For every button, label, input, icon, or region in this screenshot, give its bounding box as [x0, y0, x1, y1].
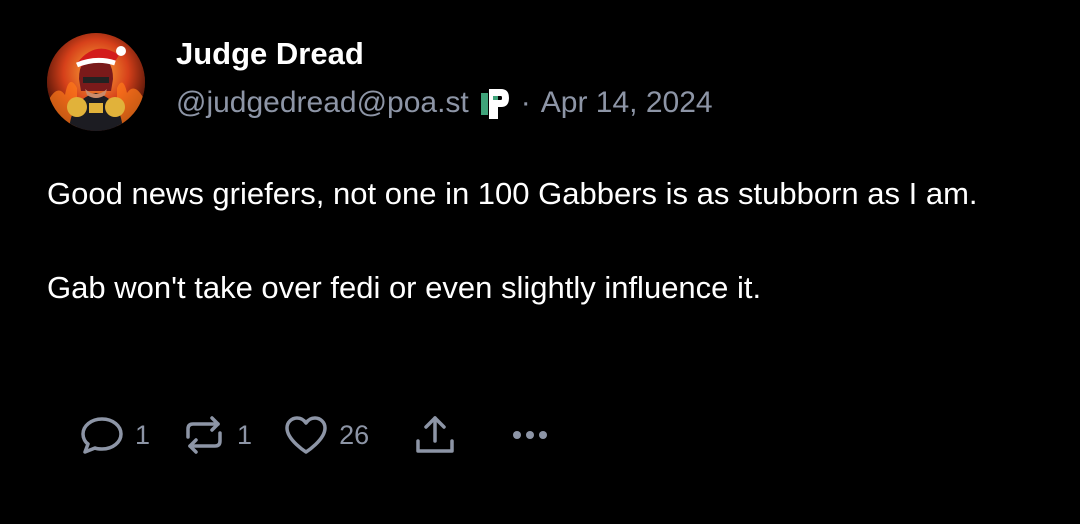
post-meta: @judgedread@poa.st · Apr 14, 2024: [176, 86, 713, 120]
repost-icon: [180, 413, 228, 457]
repost-button[interactable]: 1: [180, 413, 252, 457]
more-button[interactable]: [507, 413, 555, 457]
like-count: 26: [339, 419, 370, 450]
post-paragraph: Gab won't take over fedi or even slightl…: [47, 270, 762, 305]
avatar[interactable]: [47, 33, 145, 131]
avatar-image: [47, 33, 145, 131]
repost-count: 1: [237, 419, 253, 450]
share-button[interactable]: [411, 413, 459, 457]
pleroma-icon: [480, 87, 511, 119]
more-icon: [507, 413, 555, 457]
post-body: Good news griefers, not one in 100 Gabbe…: [47, 170, 1047, 311]
reply-icon: [78, 413, 126, 457]
like-button[interactable]: 26: [282, 413, 369, 457]
post-date[interactable]: Apr 14, 2024: [541, 86, 713, 120]
reply-count: 1: [135, 419, 151, 450]
author-display-name[interactable]: Judge Dread: [176, 36, 364, 72]
reply-button[interactable]: 1: [78, 413, 150, 457]
post-paragraph: Good news griefers, not one in 100 Gabbe…: [47, 176, 978, 211]
action-bar: 1 1 26: [78, 412, 555, 458]
meta-separator: ·: [520, 86, 531, 119]
author-handle[interactable]: @judgedread@poa.st: [176, 86, 469, 120]
post-card: Judge Dread @judgedread@poa.st · Apr 14,…: [0, 0, 1080, 524]
share-icon: [411, 413, 459, 457]
heart-icon: [282, 413, 330, 457]
